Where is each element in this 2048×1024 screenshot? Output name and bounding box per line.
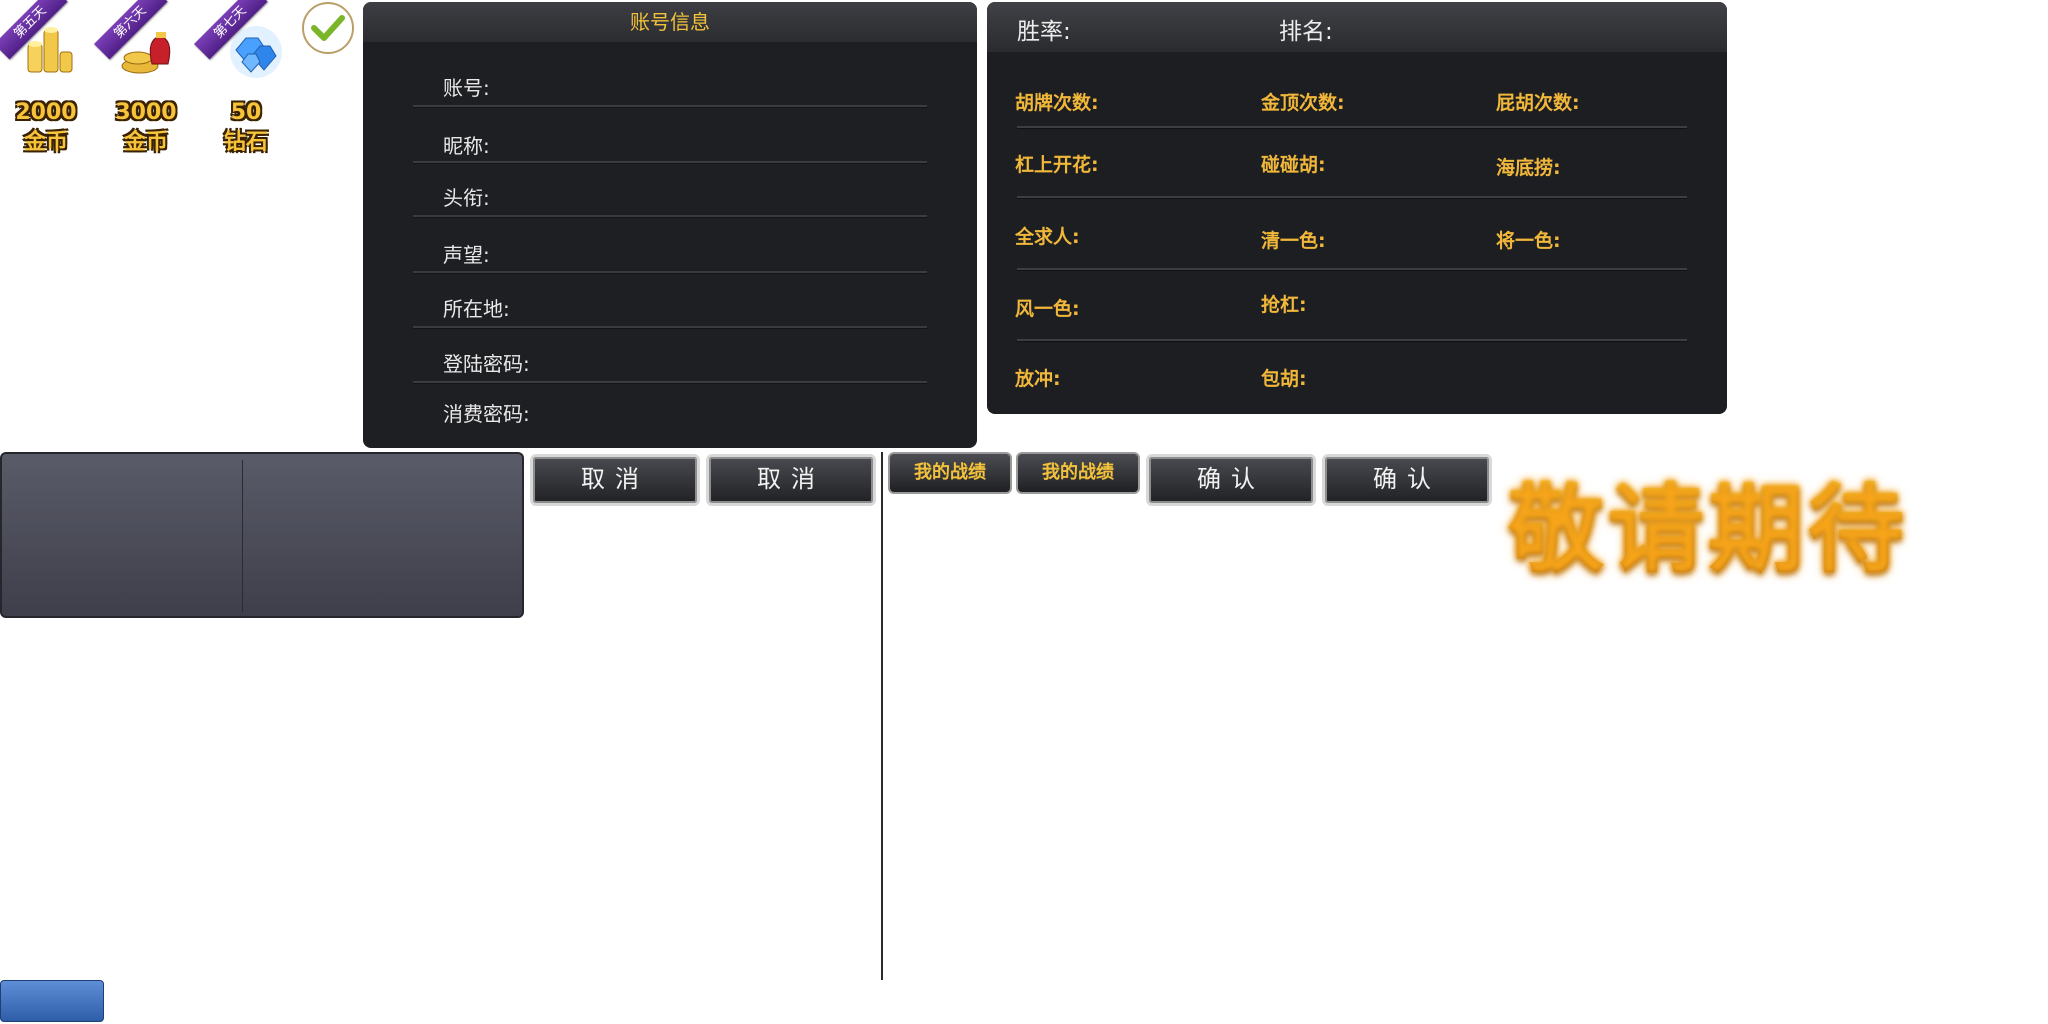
stat-label: 清一色: <box>1261 230 1326 252</box>
divider <box>413 105 927 108</box>
reward-amount: 2000 <box>15 100 77 125</box>
divider <box>413 326 927 329</box>
divider <box>413 381 927 384</box>
reward-day-6: 第六天 3000 金币 <box>94 0 192 155</box>
stat-label: 抢杠: <box>1261 294 1307 316</box>
win-rate-label: 胜率: <box>1017 19 1071 45</box>
reward-unit: 金币 <box>123 130 168 155</box>
account-info-title: 账号信息 <box>363 2 977 42</box>
account-field: 账号: <box>443 76 490 100</box>
stat-label: 碰碰胡: <box>1261 154 1326 176</box>
stat-label: 全求人: <box>1015 226 1080 248</box>
divider <box>413 215 927 218</box>
reward-unit: 钻石 <box>223 130 268 155</box>
panel-divider <box>242 460 243 612</box>
account-info-panel: 账号信息 账号: 昵称: 头衔: 声望: 所在地: 登陆密码: 消费密码: <box>363 2 977 448</box>
my-record-button[interactable]: 我的战绩 <box>888 452 1012 494</box>
stat-label: 胡牌次数: <box>1015 92 1099 114</box>
divider <box>413 271 927 274</box>
blue-button[interactable] <box>0 980 104 1022</box>
confirm-button[interactable]: 确认 <box>1322 454 1492 506</box>
login-password-field: 登陆密码: <box>443 352 530 376</box>
divider <box>1017 268 1687 271</box>
stat-label: 金顶次数: <box>1261 92 1345 114</box>
cancel-button[interactable]: 取消 <box>706 454 876 506</box>
empty-gray-panel <box>0 452 524 618</box>
stat-label: 将一色: <box>1496 230 1561 252</box>
reward-amount: 50 <box>230 100 262 125</box>
rank-label: 排名: <box>1279 19 1333 45</box>
vertical-divider <box>881 452 883 980</box>
title-field: 头衔: <box>443 186 490 210</box>
divider <box>413 161 927 164</box>
my-record-button[interactable]: 我的战绩 <box>1016 452 1140 494</box>
stat-label: 屁胡次数: <box>1496 92 1580 114</box>
confirm-button[interactable]: 确认 <box>1146 454 1316 506</box>
stat-label: 放冲: <box>1015 368 1061 390</box>
stat-label: 杠上开花: <box>1015 154 1099 176</box>
stat-label: 包胡: <box>1261 368 1307 390</box>
stat-label: 海底捞: <box>1496 157 1561 179</box>
divider <box>1017 126 1687 129</box>
divider <box>1017 339 1687 342</box>
reward-amount: 3000 <box>115 100 177 125</box>
payment-password-field: 消费密码: <box>443 402 530 426</box>
cancel-button[interactable]: 取消 <box>530 454 700 506</box>
reward-day-7: 第七天 50 钻石 <box>194 0 292 155</box>
game-stats-panel: 胜率: 排名: 胡牌次数: 金顶次数: 屁胡次数: 杠上开花: 碰碰胡: 海底捞… <box>987 2 1727 414</box>
reward-unit: 金币 <box>23 130 68 155</box>
checkmark-icon <box>302 2 354 54</box>
nickname-field: 昵称: <box>443 134 490 158</box>
reward-day-5: 第五天 2000 金币 <box>0 0 92 155</box>
divider <box>1017 196 1687 199</box>
reputation-field: 声望: <box>443 243 490 267</box>
stats-header <box>987 2 1727 52</box>
coming-soon-text: 敬请期待 <box>1508 452 1908 591</box>
stat-label: 风一色: <box>1015 298 1080 320</box>
location-field: 所在地: <box>443 297 510 321</box>
